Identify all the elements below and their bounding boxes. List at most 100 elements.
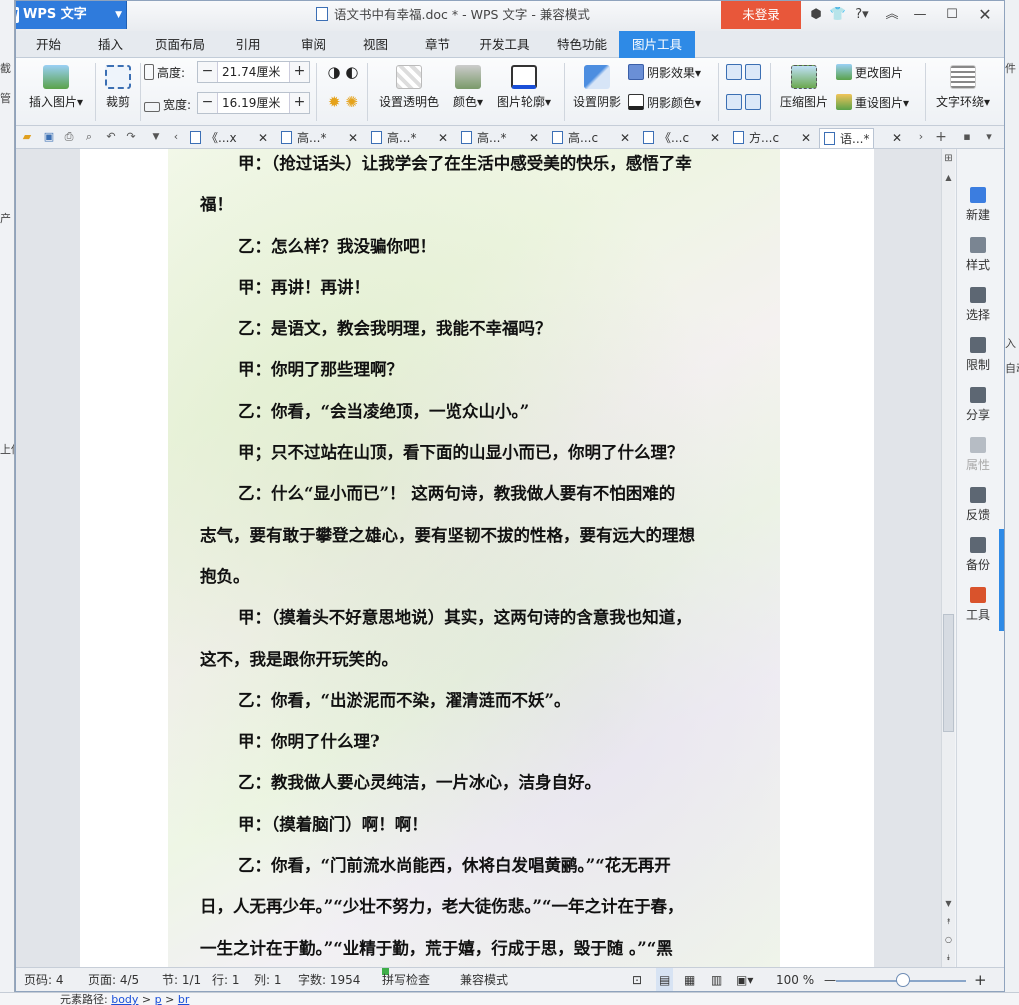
document-paragraph[interactable]: 日，人无再少年。”“少壮不努力，老大徒伤悲。”“一年之计在于春， [200,886,760,927]
contrast-increase-icon[interactable]: ◑ [328,63,341,81]
close-icon[interactable]: ✕ [974,4,996,26]
change-picture-button[interactable]: 更改图片 [836,64,903,81]
maximize-icon[interactable]: ☐ [941,4,963,26]
view-full-icon[interactable]: ▥ [711,968,722,991]
document-paragraph[interactable]: 甲：再讲！再讲！ [200,267,760,308]
new-tab-icon[interactable]: + [934,130,948,144]
vertical-scrollbar[interactable]: ⊞ ▲ ▼ ⯭ ○ ⯯ [941,149,955,967]
nudge-up-icon[interactable] [726,64,742,80]
document-paragraph[interactable]: 甲：（摸着头不好意思地说）其实，这两句诗的含意我也知道， [200,597,760,638]
document-paragraph[interactable]: 乙：教我做人要心灵纯洁，一片冰心，洁身自好。 [200,762,760,803]
task-pane-item[interactable]: 属性 [957,437,999,473]
set-transparent-button[interactable]: 设置透明色 [378,65,440,110]
tab-home[interactable]: 开始 [26,31,71,58]
element-path-link[interactable]: p [155,993,162,1005]
contrast-decrease-icon[interactable]: ◐ [345,63,358,81]
tab-references[interactable]: 引用 [228,31,268,58]
view-outline-icon[interactable]: ⊡ [632,968,642,991]
login-button[interactable]: 未登录 [721,1,801,29]
tab-options-icon[interactable]: ▾ [982,130,996,144]
collapse-ribbon-icon[interactable]: ︽ [881,4,903,26]
tab-list-icon[interactable]: ▪ [960,130,974,144]
contrast-buttons[interactable]: ◑ ◐ [323,63,363,81]
print-preview-icon[interactable]: ⌕ [82,130,96,144]
task-pane-item[interactable]: 分享 [957,387,999,423]
zoom-in-icon[interactable]: + [974,968,987,991]
document-canvas[interactable]: 甲：（抢过话头）让我学会了在生活中感受美的快乐，感悟了幸 福！ 乙：怎么样？我没骗你… [16,149,941,967]
shadow-effect-button[interactable]: 阴影效果▾ [628,64,701,81]
nudge-right-icon[interactable] [745,64,761,80]
nudge-left-icon[interactable] [726,94,742,110]
status-col[interactable]: 列: 1 [254,968,282,991]
element-path-link[interactable]: body [111,993,138,1005]
save-icon[interactable]: ▣ [42,130,56,144]
brightness-increase-icon[interactable]: ✹ [328,93,341,111]
task-pane-item[interactable]: 选择 [957,287,999,323]
scroll-up-arrow-icon[interactable]: ▲ [942,173,955,182]
tab-chapter[interactable]: 章节 [415,31,460,58]
scroll-tabs-left-icon[interactable]: ‹ [169,130,183,144]
element-path-link[interactable]: br [178,993,190,1005]
status-page-code[interactable]: 页码: 4 [24,968,64,991]
document-paragraph[interactable]: 一生之计在于勤。”“业精于勤，荒于嬉，行成于思，毁于随 。”“黑 [200,928,760,969]
task-pane-item[interactable]: 反馈 [957,487,999,523]
next-page-icon[interactable]: ⯯ [942,953,955,963]
tab-developer[interactable]: 开发工具 [472,31,537,58]
zoom-out-icon[interactable]: — [824,968,836,991]
text-wrap-button[interactable]: 文字环绕▾ [932,65,994,110]
tab-review[interactable]: 审阅 [291,31,336,58]
decrease-width-button[interactable]: − [198,93,218,113]
document-paragraph[interactable]: 抱负。 [200,556,760,597]
close-tab-icon[interactable]: ✕ [892,128,902,148]
doc-tab-active[interactable]: 语...* [819,128,875,148]
document-text[interactable]: 甲：（抢过话头）让我学会了在生活中感受美的快乐，感悟了幸 福！ 乙：怎么样？我没骗你… [200,143,760,969]
status-word-count[interactable]: 字数: 1954 [298,968,360,991]
picture-outline-button[interactable]: 图片轮廓▾ [492,65,556,110]
help-icon[interactable]: ?▾ [851,4,873,26]
tab-insert[interactable]: 插入 [88,31,133,58]
task-pane-item[interactable]: 限制 [957,337,999,373]
document-paragraph[interactable]: 乙：你看，“门前流水尚能西，休将白发唱黄鹂。”“花无再开 [200,845,760,886]
redo-icon[interactable]: ↷ [124,130,138,144]
document-paragraph[interactable]: 甲：你明了那些理啊？ [200,349,760,390]
task-pane-item[interactable]: 工具 [957,587,999,623]
previous-page-icon[interactable]: ⯭ [942,917,955,927]
brightness-decrease-icon[interactable]: ✺ [345,93,358,111]
insert-picture-button[interactable]: 插入图片▾ [24,65,88,110]
document-paragraph[interactable]: 甲；只不过站在山顶，看下面的山显小而已，你明了什么理？ [200,432,760,473]
color-button[interactable]: 颜色▾ [448,65,488,110]
brightness-buttons[interactable]: ✹ ✺ [323,93,363,111]
document-paragraph[interactable]: 甲：你明了什么理? [200,721,760,762]
crop-button[interactable]: 裁剪 [100,65,136,110]
scrollbar-thumb[interactable] [943,614,954,732]
split-view-icon[interactable]: ⊞ [942,153,955,164]
decrease-height-button[interactable]: − [198,62,218,82]
quick-access-dropdown-icon[interactable]: ▼ [149,130,163,144]
app-menu-button[interactable]: W WPS 文字 ▼ [16,1,127,29]
width-stepper[interactable]: − 16.19厘米 + [197,92,310,114]
select-browse-object-icon[interactable]: ○ [942,935,955,944]
task-pane-item[interactable]: 新建 [957,187,999,223]
set-shadow-button[interactable]: 设置阴影 [571,65,623,110]
view-web-icon[interactable]: ▦ [684,968,695,991]
shadow-color-button[interactable]: 阴影颜色▾ [628,94,701,111]
tab-picture-tools[interactable]: 图片工具 [619,31,695,58]
view-reading-icon[interactable]: ▣▾ [736,968,753,991]
print-icon[interactable]: ⎙ [62,130,76,144]
document-paragraph[interactable]: 乙：你看，“出淤泥而不染，濯清涟而不妖”。 [200,680,760,721]
document-paragraph[interactable]: 乙：怎么样？我没骗你吧！ [200,226,760,267]
task-pane-expand-bar[interactable] [999,529,1004,631]
increase-height-button[interactable]: + [289,62,309,82]
tab-special[interactable]: 特色功能 [547,31,617,58]
task-pane-item[interactable]: 备份 [957,537,999,573]
document-paragraph[interactable]: 甲：（摸着脑门）啊！啊！ [200,804,760,845]
open-folder-icon[interactable]: ▰ [20,130,34,144]
status-pages[interactable]: 页面: 4/5 [88,968,139,991]
increase-width-button[interactable]: + [289,93,309,113]
shirt-icon[interactable]: 👕 [827,4,849,26]
zoom-level[interactable]: 100 % [776,968,814,991]
skin-icon[interactable]: ⬢ [805,4,827,26]
nudge-down-icon[interactable] [745,94,761,110]
document-paragraph[interactable]: 甲：（抢过话头）让我学会了在生活中感受美的快乐，感悟了幸 [200,143,760,184]
close-tab-icon[interactable]: ✕ [801,128,811,148]
